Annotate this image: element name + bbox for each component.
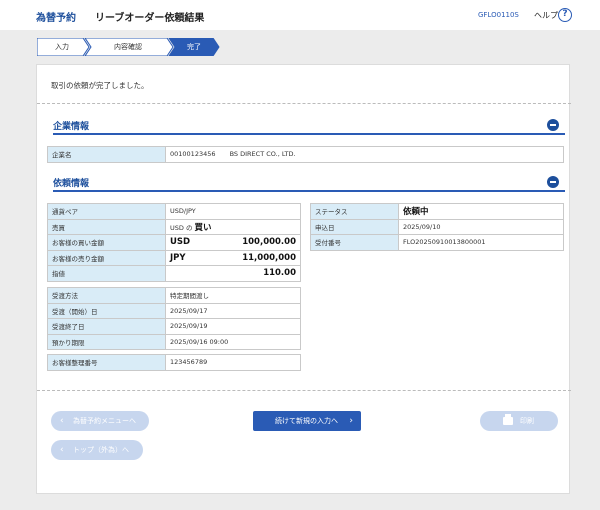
company-name: BS DIRECT CO., LTD.	[229, 150, 296, 159]
table-row: 企業名 00100123456 BS DIRECT CO., LTD.	[47, 146, 564, 163]
receipt-number-value: FLO20250910013800001	[398, 234, 564, 251]
customer-ref-table: お客様整理番号 123456789	[47, 354, 301, 371]
table-row: 受渡終了日 2025/09/19	[47, 318, 301, 335]
buy-amount-label: お客様の買い金額	[47, 234, 166, 251]
table-row: 申込日 2025/09/10	[310, 218, 564, 235]
chevron-right-icon: ›	[349, 416, 353, 426]
company-table: 企業名 00100123456 BS DIRECT CO., LTD.	[47, 146, 564, 163]
table-row: 受渡（開始）日 2025/09/17	[47, 302, 301, 319]
buy-sell-label: 売買	[47, 218, 166, 235]
table-row: お客様整理番号 123456789	[47, 354, 301, 371]
help-icon[interactable]: ?	[558, 8, 572, 22]
table-row: ステータス 依頼中	[310, 203, 564, 220]
limit-price: 110.00	[263, 268, 296, 279]
application-date-value: 2025/09/10	[398, 218, 564, 235]
sell-amount-label: お客様の売り金額	[47, 249, 166, 266]
receipt-number-label: 受付番号	[310, 234, 399, 251]
collapse-icon[interactable]	[547, 119, 559, 131]
status-label: ステータス	[310, 203, 399, 220]
table-row: 預かり期限 2025/09/16 09:00	[47, 333, 301, 350]
print-button-label: 印刷	[520, 417, 534, 425]
deposit-deadline-label: 預かり期限	[47, 333, 166, 350]
currency-pair-label: 通貨ペア	[47, 203, 166, 220]
company-name-value: 00100123456 BS DIRECT CO., LTD.	[165, 146, 564, 163]
step-input: 入力	[55, 43, 69, 51]
divider	[37, 390, 571, 391]
delivery-end-value: 2025/09/19	[165, 318, 301, 335]
deposit-deadline-value: 2025/09/16 09:00	[165, 333, 301, 350]
collapse-icon[interactable]	[547, 176, 559, 188]
chevron-left-icon: ‹	[60, 445, 64, 455]
menu-button-label: 為替予約メニューへ	[73, 417, 136, 425]
company-name-label: 企業名	[47, 146, 166, 163]
sell-currency: JPY	[170, 252, 186, 263]
table-row: 通貨ペア USD/JPY	[47, 203, 301, 220]
sell-amount-value: JPY 11,000,000	[165, 249, 301, 266]
request-section-title: 依頼情報	[53, 179, 90, 189]
company-section-title: 企業情報	[53, 122, 90, 132]
table-row: 売買 USD の 買い	[47, 218, 301, 235]
table-row: 指値 110.00	[47, 265, 301, 282]
table-row: お客様の買い金額 USD 100,000.00	[47, 234, 301, 251]
delivery-start-value: 2025/09/17	[165, 302, 301, 319]
table-row: 受付番号 FLO20250910013800001	[310, 234, 564, 251]
help-link[interactable]: ヘルプ	[534, 10, 558, 21]
delivery-end-label: 受渡終了日	[47, 318, 166, 335]
order-detail-table: 通貨ペア USD/JPY 売買 USD の 買い お客様の買い金額 USD 100…	[47, 203, 301, 282]
delivery-method-value: 特定期間渡し	[165, 287, 301, 304]
buy-amount: 100,000.00	[242, 237, 296, 248]
limit-price-label: 指値	[47, 265, 166, 282]
sell-amount: 11,000,000	[242, 252, 296, 263]
buy-amount-value: USD 100,000.00	[165, 234, 301, 251]
delivery-table: 受渡方法 特定期間渡し 受渡（開始）日 2025/09/17 受渡終了日 202…	[47, 287, 301, 350]
top-button[interactable]: ‹ トップ（外為）へ	[51, 440, 143, 460]
company-section-header: 企業情報	[53, 119, 565, 135]
buy-currency: USD	[170, 237, 191, 248]
buy-sell-prefix: USD の	[170, 223, 193, 232]
page-title: リーブオーダー依頼結果	[95, 13, 205, 24]
printer-icon	[503, 414, 513, 425]
application-date-label: 申込日	[310, 218, 399, 235]
continue-button-label: 続けて新規の入力へ	[275, 417, 338, 425]
customer-ref-value: 123456789	[165, 354, 301, 371]
chevron-left-icon: ‹	[60, 416, 64, 426]
company-code: 00100123456	[170, 150, 216, 159]
delivery-method-label: 受渡方法	[47, 287, 166, 304]
table-row: お客様の売り金額 JPY 11,000,000	[47, 249, 301, 266]
continue-new-input-button[interactable]: 続けて新規の入力へ ›	[253, 411, 361, 431]
customer-ref-label: お客様整理番号	[47, 354, 166, 371]
header-bar: 為替予約 リーブオーダー依頼結果 GFLO0110S ヘルプ ?	[0, 0, 600, 30]
top-button-label: トップ（外為）へ	[73, 446, 129, 454]
table-row: 受渡方法 特定期間渡し	[47, 287, 301, 304]
screen-id: GFLO0110S	[478, 11, 519, 19]
buy-sell-value: USD の 買い	[165, 218, 301, 235]
status-value: 依頼中	[398, 203, 564, 220]
delivery-start-label: 受渡（開始）日	[47, 302, 166, 319]
request-section-header: 依頼情報	[53, 176, 565, 192]
step-confirm: 内容確認	[114, 43, 142, 51]
buy-sell-strong: 買い	[194, 222, 212, 233]
currency-pair-value: USD/JPY	[165, 203, 301, 220]
brand-title: 為替予約	[36, 13, 76, 24]
status-badge: 依頼中	[403, 207, 429, 218]
divider	[37, 103, 571, 104]
step-complete: 完了	[187, 43, 201, 51]
completion-message: 取引の依頼が完了しました。	[51, 81, 149, 90]
limit-price-value: 110.00	[165, 265, 301, 282]
menu-button[interactable]: ‹ 為替予約メニューへ	[51, 411, 149, 431]
status-table: ステータス 依頼中 申込日 2025/09/10 受付番号 FLO2025091…	[310, 203, 564, 251]
print-button[interactable]: 印刷	[480, 411, 558, 431]
